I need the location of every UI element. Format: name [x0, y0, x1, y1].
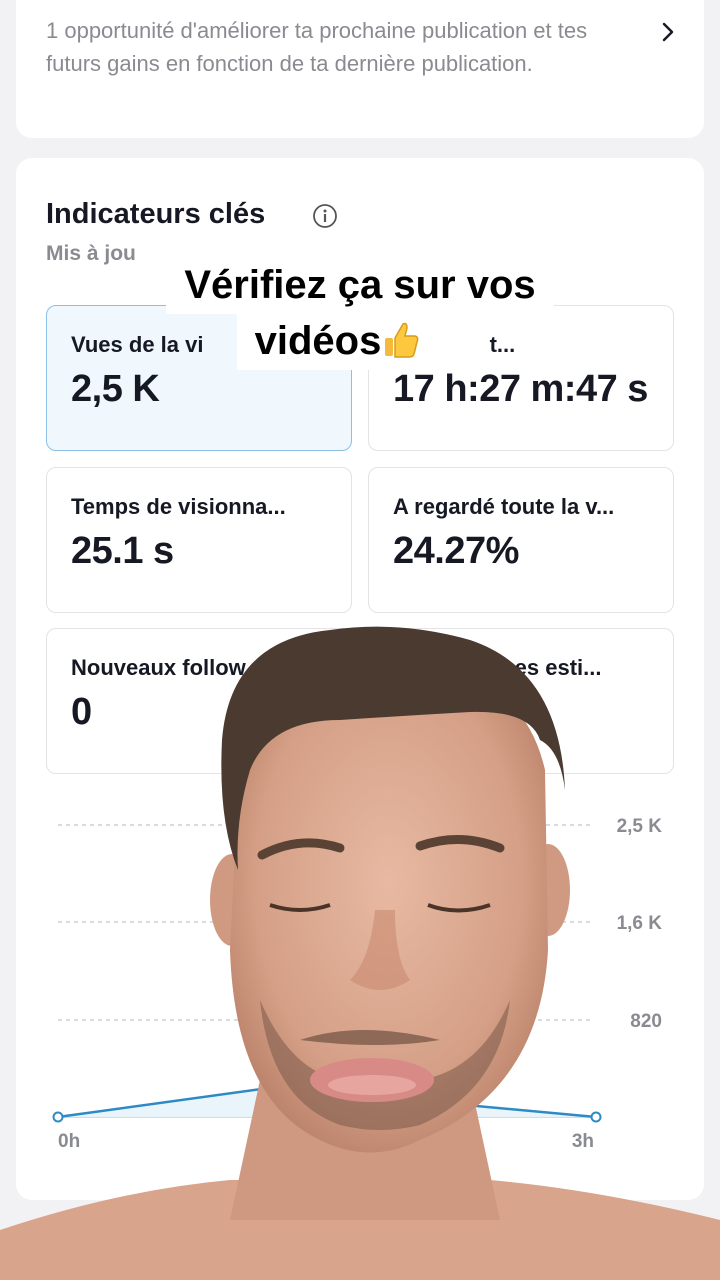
caption-text: vidéos: [254, 316, 382, 366]
video-caption-line-2: vidéos: [0, 312, 720, 370]
thumbs-up-icon: [385, 322, 419, 358]
video-caption-line-1: Vérifiez ça sur vos: [0, 256, 720, 314]
check-mark-icon: [425, 320, 466, 360]
creator-face-image: [0, 626, 720, 1280]
